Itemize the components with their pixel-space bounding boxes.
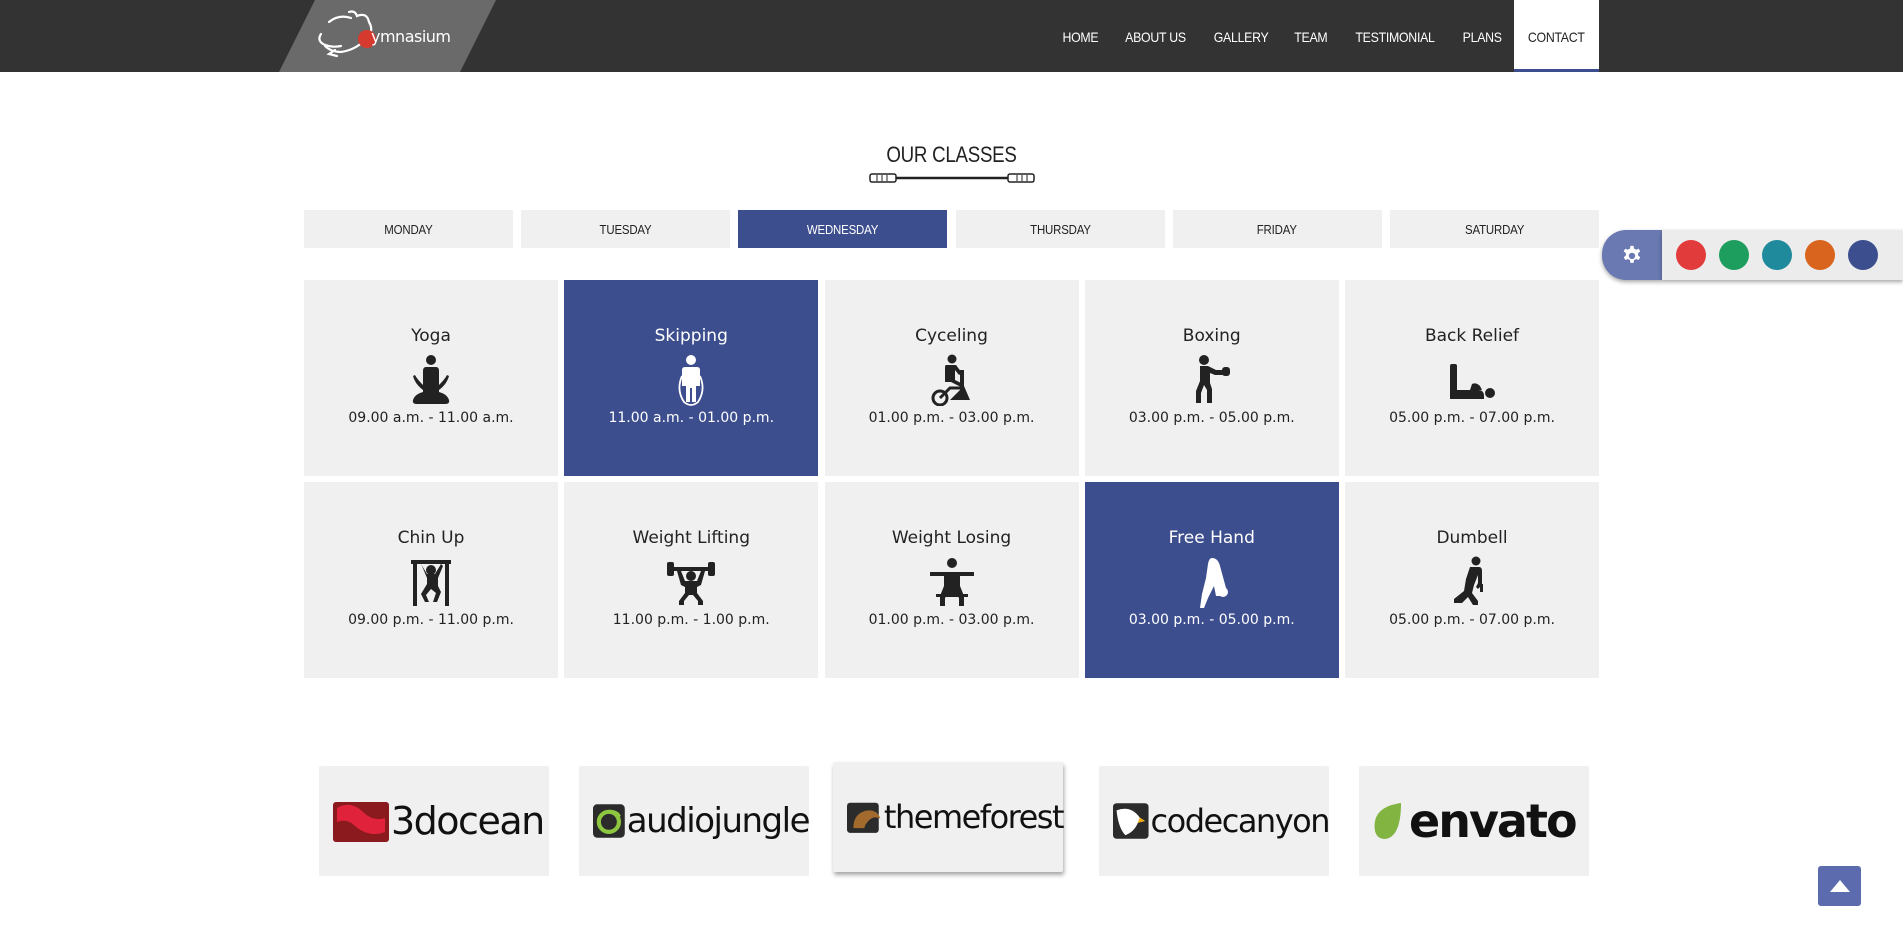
swatch-teal[interactable] xyxy=(1762,240,1792,270)
tab-label: SATURDAY xyxy=(1464,222,1525,237)
tab-wednesday[interactable]: WEDNESDAY xyxy=(738,210,948,248)
class-time: 11.00 a.m. - 01.00 p.m. xyxy=(608,410,775,426)
class-name: Back Relief xyxy=(1424,326,1520,346)
class-time: 05.00 p.m. - 07.00 p.m. xyxy=(1389,410,1555,426)
swatch-panel xyxy=(1662,230,1903,280)
swatch-blue[interactable] xyxy=(1848,240,1878,270)
class-card-boxing[interactable]: Boxing 03.00 p.m. - 05.00 p.m. xyxy=(1084,280,1339,476)
class-time: 05.00 p.m. - 07.00 p.m. xyxy=(1389,612,1555,628)
nav-contact[interactable]: CONTACT xyxy=(1514,0,1599,72)
brand-name: envato xyxy=(1409,794,1578,848)
class-card-dumbbell[interactable]: Dumbell 05.00 p.m. - 07.00 p.m. xyxy=(1345,482,1599,678)
skipping-icon xyxy=(663,352,719,408)
brand-3docean[interactable]: 3docean xyxy=(319,766,549,876)
nav-home[interactable]: HOME xyxy=(1054,0,1108,72)
back-relief-icon xyxy=(1444,352,1500,408)
tab-monday[interactable]: MONDAY xyxy=(304,210,513,248)
brand-audiojungle[interactable]: audiojungle xyxy=(579,766,811,876)
class-card-chin-up[interactable]: Chin Up 09.00 p.m. - 11.00 p.m. xyxy=(304,482,558,678)
swatch-green[interactable] xyxy=(1719,240,1749,270)
class-card-yoga[interactable]: Yoga 09.00 a.m. - 11.00 a.m. xyxy=(304,280,558,476)
brand-name: audiojungle xyxy=(626,801,811,841)
brand-name: themeforest xyxy=(883,798,1065,836)
barbell-divider-icon xyxy=(869,173,1035,183)
swatch-orange[interactable] xyxy=(1805,240,1835,270)
audiojungle-logo-icon xyxy=(593,804,625,838)
tab-saturday[interactable]: SATURDAY xyxy=(1389,210,1599,248)
tab-thursday[interactable]: THURSDAY xyxy=(955,210,1165,248)
yoga-icon xyxy=(403,352,459,408)
class-card-back-relief[interactable]: Back Relief 05.00 p.m. - 07.00 p.m. xyxy=(1345,280,1599,476)
tab-label: FRIDAY xyxy=(1257,222,1298,237)
tab-label: WEDNESDAY xyxy=(807,222,879,237)
brand-name: codecanyon xyxy=(1150,802,1331,840)
tab-tuesday[interactable]: TUESDAY xyxy=(521,210,731,248)
class-name: Boxing xyxy=(1182,326,1241,346)
cycling-icon xyxy=(924,352,980,408)
class-name: Weight Losing xyxy=(891,528,1012,548)
brand-envato[interactable]: envato xyxy=(1359,766,1589,876)
class-time: 03.00 p.m. - 05.00 p.m. xyxy=(1128,612,1295,628)
envato-leaf-icon xyxy=(1374,803,1401,839)
brand-themeforest[interactable]: themeforest xyxy=(833,762,1065,872)
class-card-weight-losing[interactable]: Weight Losing 01.00 p.m. - 03.00 p.m. xyxy=(824,482,1079,678)
class-name: Free Hand xyxy=(1168,528,1255,548)
site-header: ymnasium HOME ABOUT US GALLERY TEAM TEST… xyxy=(0,0,1903,72)
weight-lifting-icon xyxy=(663,554,719,610)
3docean-logo-icon xyxy=(333,802,389,842)
nav-about-us[interactable]: ABOUT US xyxy=(1116,0,1194,72)
class-name: Chin Up xyxy=(397,528,465,548)
classes-grid: Yoga 09.00 a.m. - 11.00 a.m. Skipping 11… xyxy=(304,280,1599,678)
class-name: Cyceling xyxy=(915,326,988,346)
swatch-red[interactable] xyxy=(1676,240,1706,270)
class-time: 09.00 a.m. - 11.00 a.m. xyxy=(348,410,514,426)
nav-team[interactable]: TEAM xyxy=(1286,0,1337,72)
nav-plans[interactable]: PLANS xyxy=(1454,0,1511,72)
class-card-free-hand[interactable]: Free Hand 03.00 p.m. - 05.00 p.m. xyxy=(1084,482,1339,678)
class-card-skipping[interactable]: Skipping 11.00 a.m. - 01.00 p.m. xyxy=(564,280,819,476)
nav-contact-label: CONTACT xyxy=(1528,29,1586,45)
main-nav: HOME ABOUT US GALLERY TEAM TESTIMONIAL P… xyxy=(1050,0,1599,72)
class-name: Dumbell xyxy=(1436,528,1508,548)
tab-label: THURSDAY xyxy=(1029,222,1091,237)
boxing-icon xyxy=(1184,352,1240,408)
arrow-up-icon xyxy=(1829,880,1850,892)
gear-icon[interactable] xyxy=(1602,230,1662,280)
class-time: 01.00 p.m. - 03.00 p.m. xyxy=(868,410,1035,426)
day-tabs: MONDAY TUESDAY WEDNESDAY THURSDAY FRIDAY… xyxy=(304,210,1599,248)
weight-losing-icon xyxy=(924,554,980,610)
free-hand-icon xyxy=(1184,554,1240,610)
tab-label: MONDAY xyxy=(384,222,433,237)
nav-gallery[interactable]: GALLERY xyxy=(1205,0,1277,72)
brand-name: 3docean xyxy=(391,799,545,843)
class-time: 11.00 p.m. - 1.00 p.m. xyxy=(612,612,770,628)
class-name: Weight Lifting xyxy=(632,528,750,548)
themeforest-logo-icon xyxy=(847,802,881,833)
logo-text: ymnasium xyxy=(371,27,451,46)
brand-codecanyon[interactable]: codecanyon xyxy=(1099,766,1331,876)
class-name: Skipping xyxy=(654,326,728,346)
color-switcher xyxy=(1602,230,1903,280)
codecanyon-logo-icon xyxy=(1113,803,1149,839)
nav-testimonial[interactable]: TESTIMONIAL xyxy=(1347,0,1444,72)
back-to-top-button[interactable] xyxy=(1818,866,1861,906)
class-card-cycling[interactable]: Cyceling 01.00 p.m. - 03.00 p.m. xyxy=(824,280,1079,476)
logo[interactable]: ymnasium xyxy=(279,0,496,72)
chin-up-icon xyxy=(403,554,459,610)
class-time: 03.00 p.m. - 05.00 p.m. xyxy=(1128,410,1295,426)
class-card-weight-lifting[interactable]: Weight Lifting 11.00 p.m. - 1.00 p.m. xyxy=(564,482,819,678)
class-name: Yoga xyxy=(411,326,451,346)
tab-friday[interactable]: FRIDAY xyxy=(1172,210,1382,248)
class-time: 09.00 p.m. - 11.00 p.m. xyxy=(348,612,514,628)
class-time: 01.00 p.m. - 03.00 p.m. xyxy=(868,612,1035,628)
section-title: OUR CLASSES xyxy=(886,142,1017,167)
dumbbell-icon xyxy=(1444,554,1500,610)
tab-label: TUESDAY xyxy=(599,222,652,237)
